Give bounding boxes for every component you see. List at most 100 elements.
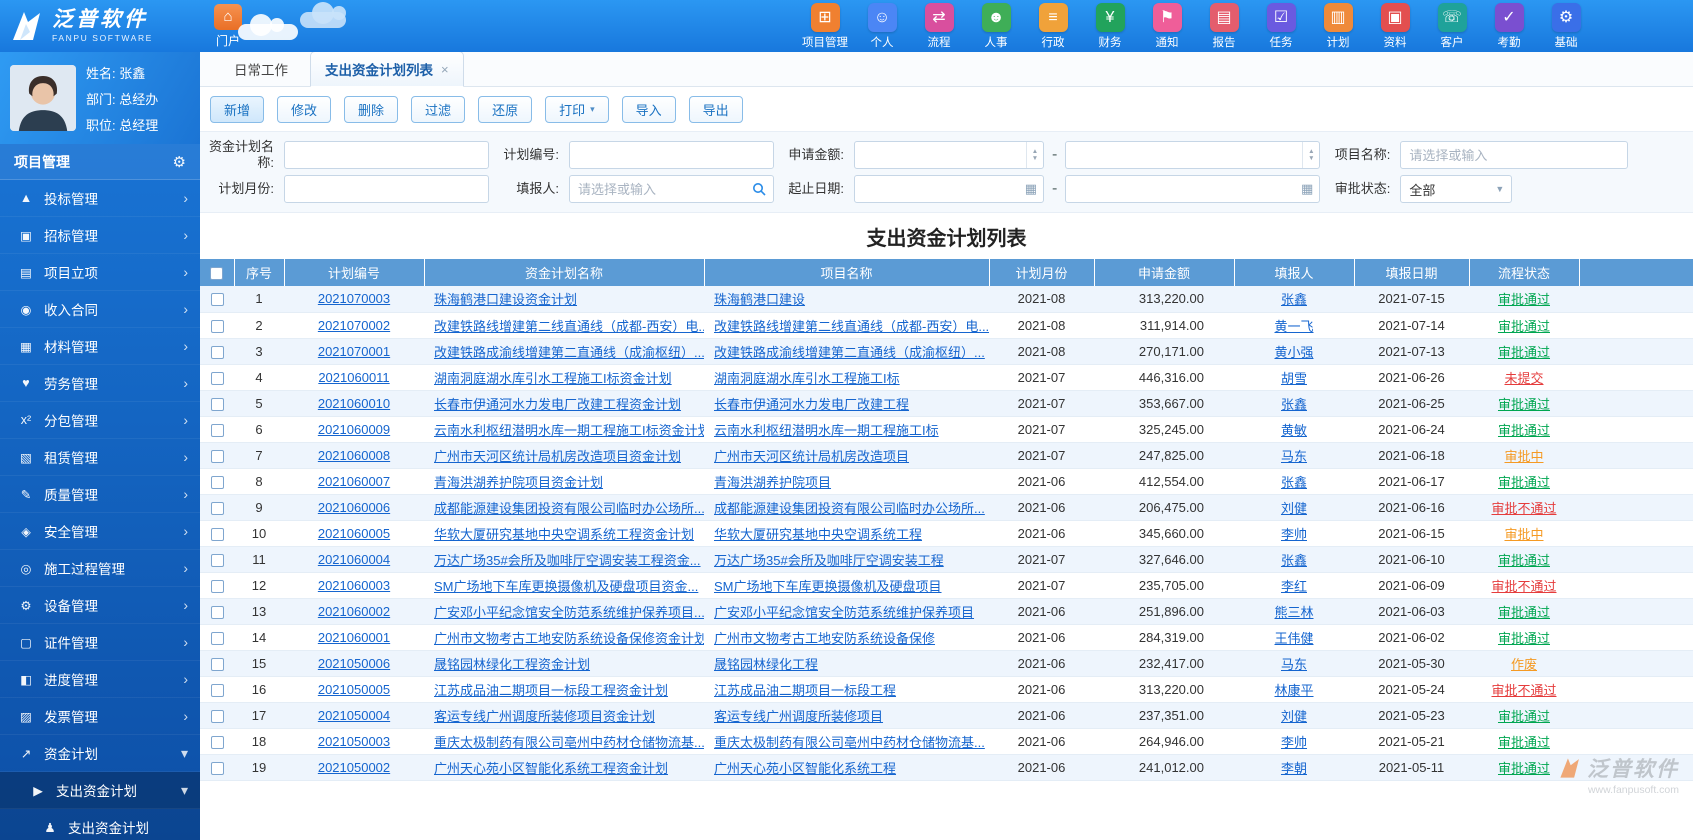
number-spinner-icon[interactable]: ▲ ▼ [1026, 142, 1043, 168]
restore-button[interactable]: 还原 [478, 95, 533, 123]
plan-code-link[interactable]: 2021050003 [284, 728, 424, 755]
status-link[interactable]: 审批不通过 [1469, 494, 1579, 521]
plan-name-link[interactable]: 改建铁路成渝线增建第二直通线（成渝枢纽）... [424, 338, 704, 365]
status-link[interactable]: 审批通过 [1469, 416, 1579, 443]
row-checkbox[interactable] [210, 371, 224, 385]
plan-name-link[interactable]: 广州市天河区统计局机房改造项目资金计划 [424, 442, 704, 469]
row-checkbox[interactable] [210, 709, 224, 723]
reporter-link[interactable]: 黄一飞 [1234, 312, 1354, 339]
status-link[interactable]: 审批通过 [1469, 286, 1579, 313]
row-checkbox[interactable] [210, 553, 224, 567]
reporter-link[interactable]: 张鑫 [1234, 286, 1354, 313]
project-name-link[interactable]: 广州市天河区统计局机房改造项目 [704, 442, 989, 469]
reporter-link[interactable]: 林康平 [1234, 676, 1354, 703]
project-name-link[interactable]: 湖南洞庭湖水库引水工程施工I标 [704, 364, 989, 391]
plan-name-link[interactable]: 广安邓小平纪念馆安全防范系统维护保养项目... [424, 598, 704, 625]
row-checkbox[interactable] [210, 501, 224, 515]
project-name-link[interactable]: 万达广场35#会所及咖啡厅空调安装工程 [704, 546, 989, 573]
nav-item-customer[interactable]: ☏ 客户 [1431, 2, 1473, 50]
gear-icon[interactable]: ⚙ [173, 153, 186, 171]
nav-item-personal[interactable]: ☺ 个人 [861, 2, 903, 50]
status-link[interactable]: 审批通过 [1469, 754, 1579, 781]
status-link[interactable]: 未提交 [1469, 364, 1579, 391]
row-checkbox[interactable] [210, 527, 224, 541]
status-link[interactable]: 审批通过 [1469, 312, 1579, 339]
project-name-link[interactable]: 江苏成品油二期项目一标段工程 [704, 676, 989, 703]
reporter-link[interactable]: 黄小强 [1234, 338, 1354, 365]
status-link[interactable]: 审批通过 [1469, 390, 1579, 417]
status-link[interactable]: 审批不通过 [1469, 676, 1579, 703]
row-checkbox[interactable] [210, 345, 224, 359]
project-name-input[interactable] [1409, 147, 1628, 163]
plan-name-link[interactable]: 珠海鹤港口建设资金计划 [424, 286, 704, 313]
sidebar-item-expense-fund-plan[interactable]: ▶ 支出资金计划 ▾ [0, 772, 200, 809]
sidebar-item-fund-plan[interactable]: ↗ 资金计划 ▾ [0, 735, 200, 772]
row-checkbox[interactable] [210, 579, 224, 593]
project-name-link[interactable]: 广州市文物考古工地安防系统设备保修 [704, 624, 989, 651]
status-link[interactable]: 作废 [1469, 650, 1579, 677]
reporter-link[interactable]: 张鑫 [1234, 390, 1354, 417]
project-name-link[interactable]: SM广场地下车库更换摄像机及硬盘项目 [704, 572, 989, 599]
project-name-link[interactable]: 云南水利枢纽潜明水库一期工程施工I标 [704, 416, 989, 443]
project-name-link[interactable]: 客运专线广州调度所装修项目 [704, 702, 989, 729]
project-name-link[interactable]: 华软大厦研究基地中央空调系统工程 [704, 520, 989, 547]
sidebar-item-quality[interactable]: ✎ 质量管理 › [0, 476, 200, 513]
status-link[interactable]: 审批通过 [1469, 468, 1579, 495]
row-checkbox[interactable] [210, 423, 224, 437]
sidebar-item-labor[interactable]: ♥ 劳务管理 › [0, 365, 200, 402]
plan-name-input[interactable] [293, 147, 488, 163]
nav-item-workflow[interactable]: ⇄ 流程 [918, 2, 960, 50]
plan-name-link[interactable]: 云南水利枢纽潜明水库一期工程施工I标资金计划 [424, 416, 704, 443]
row-checkbox[interactable] [210, 683, 224, 697]
row-checkbox[interactable] [210, 293, 224, 307]
plan-name-link[interactable]: 成都能源建设集团投资有限公司临时办公场所... [424, 494, 704, 521]
row-checkbox[interactable] [210, 657, 224, 671]
status-link[interactable]: 审批中 [1469, 520, 1579, 547]
date-end-input[interactable] [1074, 181, 1298, 197]
plan-code-link[interactable]: 2021060004 [284, 546, 424, 573]
sidebar-item-certificate[interactable]: ▢ 证件管理 › [0, 624, 200, 661]
row-checkbox[interactable] [210, 475, 224, 489]
status-link[interactable]: 审批中 [1469, 442, 1579, 469]
reporter-link[interactable]: 李帅 [1234, 520, 1354, 547]
sidebar-item-invoice[interactable]: ▨ 发票管理 › [0, 698, 200, 735]
reporter-link[interactable]: 胡雪 [1234, 364, 1354, 391]
reporter-link[interactable]: 王伟健 [1234, 624, 1354, 651]
add-button[interactable]: 新增 [210, 95, 265, 123]
amount-max-input[interactable] [1074, 147, 1303, 163]
number-spinner-icon[interactable]: ▲ ▼ [1302, 142, 1319, 168]
sidebar-item-lease[interactable]: ▧ 租赁管理 › [0, 439, 200, 476]
plan-code-link[interactable]: 2021060005 [284, 520, 424, 547]
date-start-input[interactable] [863, 181, 1021, 197]
sidebar-item-expense-fund-plan-sub[interactable]: ♟ 支出资金计划 [0, 809, 200, 840]
project-name-link[interactable]: 广州天心苑小区智能化系统工程 [704, 754, 989, 781]
project-name-link[interactable]: 长春市伊通河水力发电厂改建工程 [704, 390, 989, 417]
row-checkbox[interactable] [210, 397, 224, 411]
project-name-link[interactable]: 青海洪湖养护院项目 [704, 468, 989, 495]
reporter-link[interactable]: 刘健 [1234, 702, 1354, 729]
sidebar-item-subcontract[interactable]: x² 分包管理 › [0, 402, 200, 439]
plan-code-link[interactable]: 2021050002 [284, 754, 424, 781]
project-name-link[interactable]: 晟铭园林绿化工程 [704, 650, 989, 677]
amount-min-input[interactable] [863, 147, 1026, 163]
nav-item-admin[interactable]: ≡ 行政 [1032, 2, 1074, 50]
export-button[interactable]: 导出 [688, 95, 743, 123]
tab-daily-work[interactable]: 日常工作 [220, 52, 302, 86]
plan-code-link[interactable]: 2021060008 [284, 442, 424, 469]
plan-code-link[interactable]: 2021070002 [284, 312, 424, 339]
status-link[interactable]: 审批通过 [1469, 546, 1579, 573]
status-link[interactable]: 审批通过 [1469, 338, 1579, 365]
project-name-link[interactable]: 重庆太极制药有限公司亳州中药材仓储物流基... [704, 728, 989, 755]
row-checkbox[interactable] [210, 449, 224, 463]
status-link[interactable]: 审批不通过 [1469, 572, 1579, 599]
status-link[interactable]: 审批通过 [1469, 728, 1579, 755]
reporter-link[interactable]: 熊三林 [1234, 598, 1354, 625]
sidebar-item-equipment[interactable]: ⚙ 设备管理 › [0, 587, 200, 624]
nav-item-attendance[interactable]: ✓ 考勤 [1488, 2, 1530, 50]
reporter-link[interactable]: 刘健 [1234, 494, 1354, 521]
row-checkbox[interactable] [210, 605, 224, 619]
modify-button[interactable]: 修改 [277, 95, 332, 123]
project-name-link[interactable]: 成都能源建设集团投资有限公司临时办公场所... [704, 494, 989, 521]
sidebar-item-income-contract[interactable]: ◉ 收入合同 › [0, 291, 200, 328]
status-link[interactable]: 审批通过 [1469, 702, 1579, 729]
